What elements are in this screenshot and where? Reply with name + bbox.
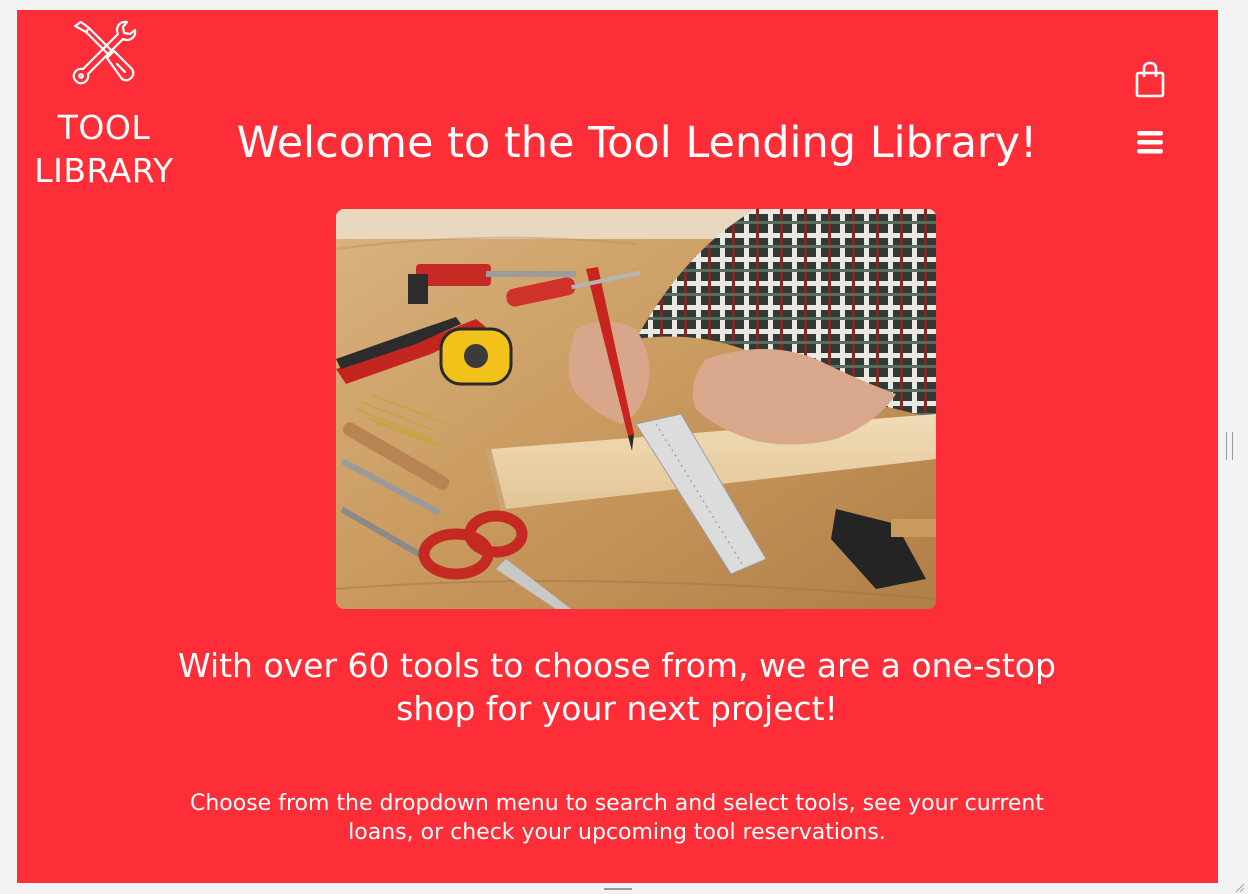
vertical-resize-handle[interactable] — [1226, 432, 1233, 460]
hamburger-menu-icon — [1137, 131, 1163, 154]
brand-name-line1: TOOL — [57, 108, 151, 147]
crossed-tools-icon — [72, 20, 137, 85]
horizontal-resize-handle[interactable] — [604, 888, 632, 890]
resize-grip-icon[interactable] — [1234, 882, 1244, 892]
logo[interactable]: TOOL LIBRARY — [29, 18, 179, 192]
tagline: With over 60 tools to choose from, we ar… — [178, 646, 1056, 728]
brand-name-line2: LIBRARY — [34, 151, 174, 190]
instructions-text: Choose from the dropdown menu to search … — [189, 791, 1044, 845]
shopping-bag-icon — [1135, 61, 1165, 98]
cart-button[interactable] — [1132, 60, 1168, 100]
app-frame: TOOL LIBRARY Welcome to the Tool Lending… — [17, 10, 1218, 883]
workbench-photo — [336, 209, 936, 609]
hero-image — [336, 209, 936, 609]
menu-button[interactable] — [1135, 128, 1165, 158]
brand-name: TOOL LIBRARY — [29, 106, 179, 192]
page-title: Welcome to the Tool Lending Library! — [236, 118, 1038, 168]
